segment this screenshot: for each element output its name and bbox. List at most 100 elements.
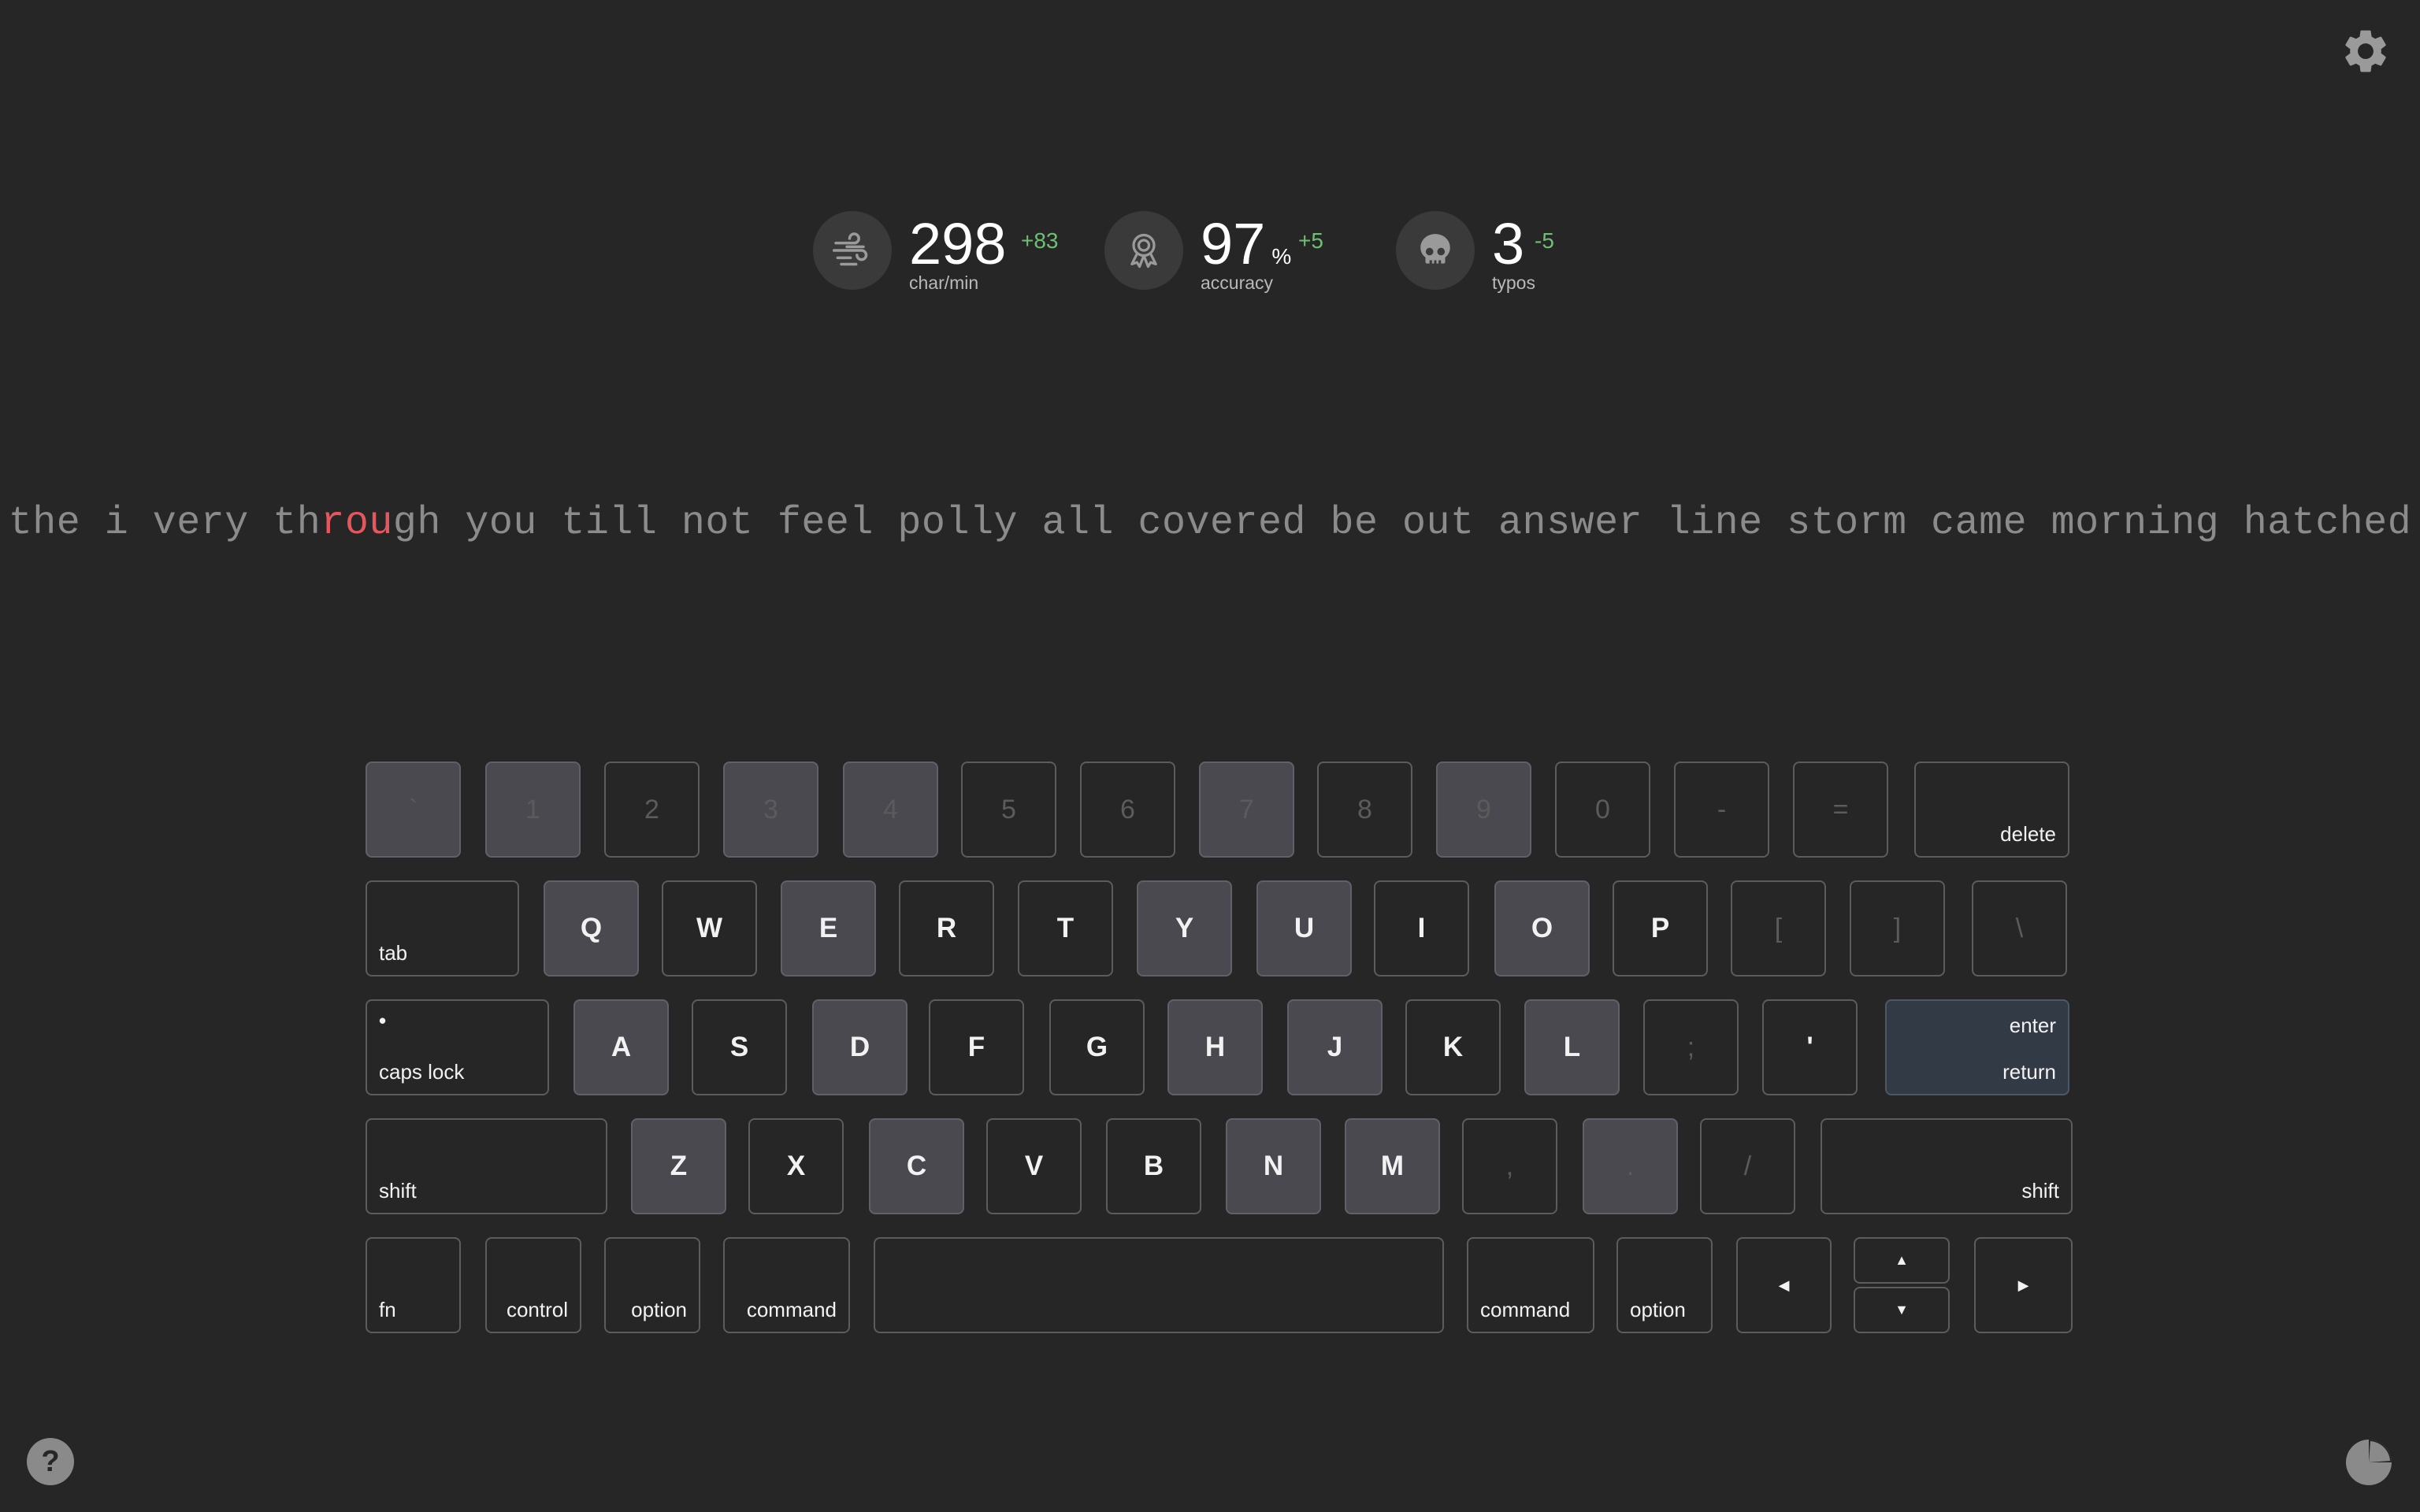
key-arrow-up[interactable]: ▲ (1854, 1237, 1950, 1284)
key-u[interactable]: U (1256, 880, 1352, 976)
arrow-down-icon: ▼ (1895, 1302, 1909, 1317)
key-label: option (1630, 1298, 1686, 1321)
key-label: command (746, 1298, 837, 1321)
key-minus[interactable]: - (1674, 762, 1769, 858)
key-backtick[interactable]: ` (366, 762, 461, 858)
question-mark-icon: ? (41, 1444, 60, 1478)
key-w[interactable]: W (662, 880, 757, 976)
key-i[interactable]: I (1374, 880, 1469, 976)
key-label: G (1086, 1032, 1108, 1062)
key-label: 1 (525, 794, 540, 825)
key-label: ] (1893, 913, 1902, 943)
key-control[interactable]: control (485, 1237, 581, 1333)
key-label: command (1480, 1298, 1571, 1321)
key-h[interactable]: H (1167, 999, 1263, 1095)
key-option-left[interactable]: option (604, 1237, 700, 1333)
speed-label: char/min (909, 272, 979, 293)
key-right-bracket[interactable]: ] (1850, 880, 1945, 976)
key-command-right[interactable]: command (1467, 1237, 1594, 1333)
typing-text: the i very through you till not feel pol… (0, 501, 2420, 546)
key-option-right[interactable]: option (1616, 1237, 1713, 1333)
key-label: , (1505, 1151, 1514, 1181)
key-7[interactable]: 7 (1199, 762, 1294, 858)
key-label: delete (2000, 822, 2056, 846)
settings-button[interactable] (2340, 25, 2392, 77)
help-button[interactable]: ? (27, 1438, 74, 1485)
key-label: R (936, 913, 957, 943)
key-label: B (1143, 1151, 1164, 1181)
key-label: \ (2015, 913, 2024, 943)
key-label: - (1717, 794, 1727, 825)
key-0[interactable]: 0 (1555, 762, 1650, 858)
key-b[interactable]: B (1106, 1118, 1201, 1214)
key-6[interactable]: 6 (1080, 762, 1175, 858)
key-label: ; (1687, 1032, 1695, 1062)
key-m[interactable]: M (1345, 1118, 1440, 1214)
key-label: K (1442, 1032, 1464, 1062)
key-command-left[interactable]: command (723, 1237, 850, 1333)
key-1[interactable]: 1 (485, 762, 581, 858)
key-arrow-left[interactable]: ◀ (1736, 1237, 1832, 1333)
key-label: control (506, 1298, 568, 1321)
pie-chart-icon (2346, 1440, 2392, 1485)
key-enter[interactable]: enter return (1885, 999, 2069, 1095)
key-j[interactable]: J (1287, 999, 1383, 1095)
arrow-left-icon: ◀ (1778, 1277, 1790, 1293)
key-label: L (1563, 1032, 1581, 1062)
key-shift-right[interactable]: shift (1821, 1118, 2073, 1214)
key-e[interactable]: E (781, 880, 876, 976)
key-fn[interactable]: fn (366, 1237, 461, 1333)
key-a[interactable]: A (573, 999, 669, 1095)
key-y[interactable]: Y (1137, 880, 1232, 976)
key-c[interactable]: C (869, 1118, 964, 1214)
key-backslash[interactable]: \ (1972, 880, 2067, 976)
key-x[interactable]: X (748, 1118, 844, 1214)
key-q[interactable]: Q (544, 880, 639, 976)
key-period[interactable]: . (1583, 1118, 1678, 1214)
remaining-text: gh you till not feel polly all covered b… (392, 501, 2412, 546)
key-label: 0 (1595, 794, 1610, 825)
key-o[interactable]: O (1494, 880, 1590, 976)
key-p[interactable]: P (1613, 880, 1708, 976)
key-f[interactable]: F (929, 999, 1024, 1095)
key-comma[interactable]: , (1462, 1118, 1557, 1214)
key-r[interactable]: R (899, 880, 994, 976)
key-label: / (1743, 1151, 1752, 1181)
key-l[interactable]: L (1524, 999, 1620, 1095)
key-k[interactable]: K (1405, 999, 1501, 1095)
key-label: ` (408, 794, 418, 825)
key-3[interactable]: 3 (723, 762, 818, 858)
key-label: U (1294, 913, 1315, 943)
skull-icon (1396, 211, 1475, 290)
key-g[interactable]: G (1049, 999, 1145, 1095)
key-v[interactable]: V (986, 1118, 1082, 1214)
key-8[interactable]: 8 (1317, 762, 1412, 858)
key-caps-lock[interactable]: • caps lock (366, 999, 549, 1095)
key-t[interactable]: T (1018, 880, 1113, 976)
key-slash[interactable]: / (1700, 1118, 1795, 1214)
key-arrow-down[interactable]: ▼ (1854, 1287, 1950, 1333)
key-shift-left[interactable]: shift (366, 1118, 607, 1214)
key-9[interactable]: 9 (1436, 762, 1531, 858)
key-label: Q (580, 913, 603, 943)
key-d[interactable]: D (812, 999, 908, 1095)
key-label: J (1327, 1032, 1343, 1062)
key-quote[interactable]: ' (1762, 999, 1858, 1095)
key-arrow-right[interactable]: ▶ (1974, 1237, 2073, 1333)
typos-value: 3 (1492, 211, 1525, 276)
key-label: S (729, 1032, 749, 1062)
key-5[interactable]: 5 (961, 762, 1056, 858)
key-semicolon[interactable]: ; (1643, 999, 1739, 1095)
key-space[interactable] (874, 1237, 1444, 1333)
key-tab[interactable]: tab (366, 880, 519, 976)
key-s[interactable]: S (692, 999, 787, 1095)
key-n[interactable]: N (1226, 1118, 1321, 1214)
key-left-bracket[interactable]: [ (1731, 880, 1826, 976)
typos-delta: -5 (1535, 228, 1554, 253)
key-4[interactable]: 4 (843, 762, 938, 858)
key-equals[interactable]: = (1793, 762, 1888, 858)
statistics-button[interactable] (2344, 1438, 2393, 1487)
key-delete[interactable]: delete (1914, 762, 2069, 858)
key-z[interactable]: Z (631, 1118, 726, 1214)
key-2[interactable]: 2 (604, 762, 700, 858)
